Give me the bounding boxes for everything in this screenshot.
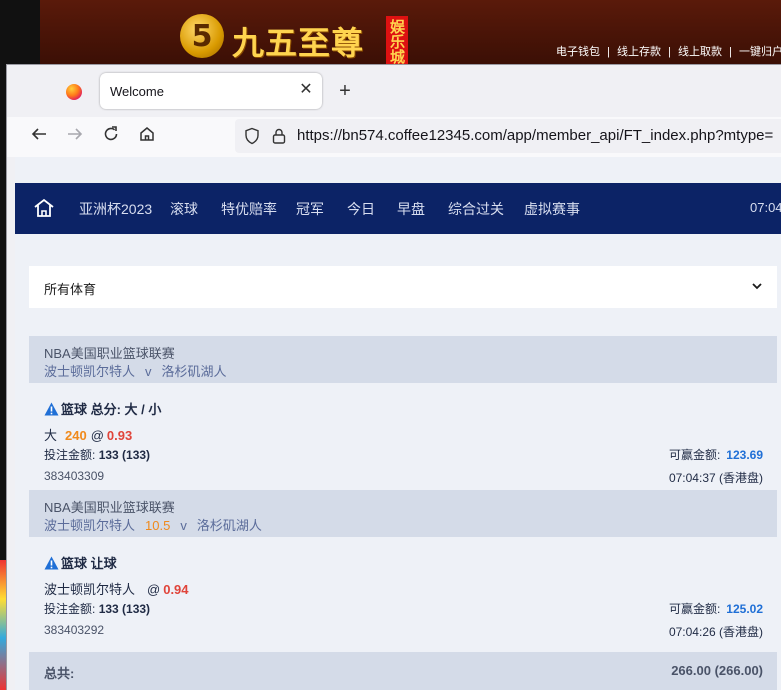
- bg-nav-transfer[interactable]: 一键归户: [739, 46, 781, 58]
- browser-window: Welcome ✕ + https://bn574.coffee12345.co…: [6, 64, 781, 690]
- bg-nav-sep: |: [668, 46, 671, 58]
- tab-close-icon[interactable]: ✕: [296, 80, 316, 100]
- pick-label: 波士顿凯尔特人: [44, 582, 136, 597]
- away-team: 洛杉矶湖人: [161, 364, 227, 379]
- tab-title: Welcome: [110, 84, 164, 99]
- tracking-shield-icon[interactable]: [243, 127, 261, 145]
- bet-time: 07:04:26 (香港盘): [668, 625, 763, 639]
- nav-outright[interactable]: 冠军: [296, 199, 324, 219]
- bet-type-label: 篮球 总分: 大 / 小: [61, 402, 162, 417]
- site-home-icon[interactable]: [33, 198, 55, 218]
- odds-value: 0.94: [163, 582, 189, 597]
- stake-label: 投注金额:: [44, 602, 96, 616]
- win-amount: 可赢金额: 123.69: [669, 446, 763, 463]
- odds-value: 0.93: [106, 428, 133, 443]
- sport-filter-value: 所有体育: [44, 282, 97, 297]
- chevron-down-icon: [752, 283, 762, 290]
- home-team: 波士顿凯尔特人: [44, 518, 136, 533]
- url-bar[interactable]: https://bn574.coffee12345.com/app/member…: [235, 119, 781, 153]
- win-value: 125.02: [726, 602, 763, 616]
- home-team: 波士顿凯尔特人: [44, 364, 136, 379]
- site-clock: 07:04: [750, 200, 781, 215]
- casino-logo-icon: 5: [180, 14, 224, 58]
- home-icon[interactable]: [135, 125, 159, 149]
- tab-bar: Welcome ✕ +: [7, 65, 781, 117]
- nav-toolbar: https://bn574.coffee12345.com/app/member…: [7, 117, 781, 157]
- warning-icon: [44, 556, 59, 570]
- away-team: 洛杉矶湖人: [196, 518, 262, 533]
- bet-time: 07:04:37 (香港盘): [668, 471, 763, 485]
- bet-type-label: 篮球 让球: [61, 556, 117, 571]
- league-name: NBA美国职业篮球联赛: [44, 346, 175, 361]
- stake-label: 投注金额:: [44, 448, 96, 462]
- stake-value: 133 (133): [98, 448, 151, 462]
- ticket-number: 383403309: [44, 469, 105, 483]
- bg-nav-sep: |: [607, 46, 610, 58]
- at-sign: @: [147, 582, 161, 597]
- win-label: 可赢金额:: [668, 602, 721, 616]
- bg-nav-withdraw[interactable]: 线上取款: [678, 46, 722, 58]
- handicap-value: 10.5: [145, 518, 171, 533]
- sport-filter-select[interactable]: 所有体育: [29, 266, 777, 308]
- stake-amount: 投注金额: 133 (133): [44, 600, 150, 617]
- background-nav: 电子钱包 | 线上存款 | 线上取款 | 一键归户 | 关: [556, 43, 781, 59]
- bg-nav-deposit[interactable]: 线上存款: [617, 46, 661, 58]
- ticket-number: 383403292: [44, 623, 105, 637]
- tab-welcome[interactable]: Welcome ✕: [100, 73, 322, 109]
- nav-asian-cup[interactable]: 亚洲杯2023: [79, 199, 152, 219]
- bet-pick: 大 240 @0.93: [44, 425, 132, 444]
- casino-logo-badge: 娱乐城: [386, 16, 408, 66]
- bet-type: 篮球 让球: [44, 553, 117, 572]
- league-name: NBA美国职业篮球联赛: [44, 500, 175, 515]
- nav-live[interactable]: 滚球: [170, 199, 198, 219]
- versus-label: v: [145, 364, 152, 379]
- url-text[interactable]: https://bn574.coffee12345.com/app/member…: [297, 127, 773, 144]
- new-tab-icon[interactable]: +: [333, 79, 357, 103]
- back-icon[interactable]: [27, 125, 51, 149]
- bet-2-details: 篮球 让球 波士顿凯尔特人 @0.94 投注金额: 133 (133) 可赢金额:…: [29, 553, 777, 643]
- total-label: 总共:: [44, 666, 75, 681]
- reload-icon[interactable]: [99, 125, 123, 149]
- win-value: 123.69: [726, 448, 763, 462]
- total-bar: 总共: 266.00 (266.00): [29, 652, 777, 690]
- bg-nav-sep: |: [729, 46, 732, 58]
- nav-early[interactable]: 早盘: [397, 199, 425, 219]
- nav-today[interactable]: 今日: [347, 199, 375, 219]
- site-nav-bar: 亚洲杯2023 滚球 特优赔率 冠军 今日 早盘 综合过关 虚拟赛事 07:04: [15, 183, 781, 234]
- pick-label: 大: [44, 428, 58, 443]
- stake-value: 133 (133): [98, 602, 151, 616]
- bet-1-header: NBA美国职业篮球联赛 波士顿凯尔特人 v 洛杉矶湖人: [29, 336, 777, 383]
- win-amount: 可赢金额: 125.02: [669, 600, 763, 617]
- match-teams: 波士顿凯尔特人 10.5 v 洛杉矶湖人: [44, 515, 262, 534]
- total-value: 266.00 (266.00): [671, 663, 763, 678]
- lock-icon[interactable]: [271, 127, 287, 145]
- warning-icon: [44, 402, 59, 416]
- match-teams: 波士顿凯尔特人 v 洛杉矶湖人: [44, 361, 227, 380]
- win-label: 可赢金额:: [668, 448, 721, 462]
- nav-best-odds[interactable]: 特优赔率: [221, 199, 277, 219]
- pick-value: 240: [65, 428, 87, 443]
- stake-amount: 投注金额: 133 (133): [44, 446, 150, 463]
- bg-nav-wallet[interactable]: 电子钱包: [556, 46, 600, 58]
- page-viewport: 亚洲杯2023 滚球 特优赔率 冠军 今日 早盘 综合过关 虚拟赛事 07:04…: [15, 157, 781, 690]
- casino-logo-text: 九五至尊: [232, 24, 365, 62]
- at-sign: @: [90, 428, 104, 443]
- bet-type: 篮球 总分: 大 / 小: [44, 399, 161, 418]
- bet-pick: 波士顿凯尔特人 @0.94: [44, 579, 189, 598]
- bet-1-details: 篮球 总分: 大 / 小 大 240 @0.93 投注金额: 133 (133) 可…: [29, 399, 777, 489]
- nav-virtual[interactable]: 虚拟赛事: [524, 199, 580, 219]
- versus-label: v: [180, 518, 187, 533]
- nav-parlay[interactable]: 综合过关: [448, 199, 504, 219]
- forward-icon[interactable]: [63, 125, 87, 149]
- firefox-icon[interactable]: [66, 84, 82, 100]
- bet-2-header: NBA美国职业篮球联赛 波士顿凯尔特人 10.5 v 洛杉矶湖人: [29, 490, 777, 537]
